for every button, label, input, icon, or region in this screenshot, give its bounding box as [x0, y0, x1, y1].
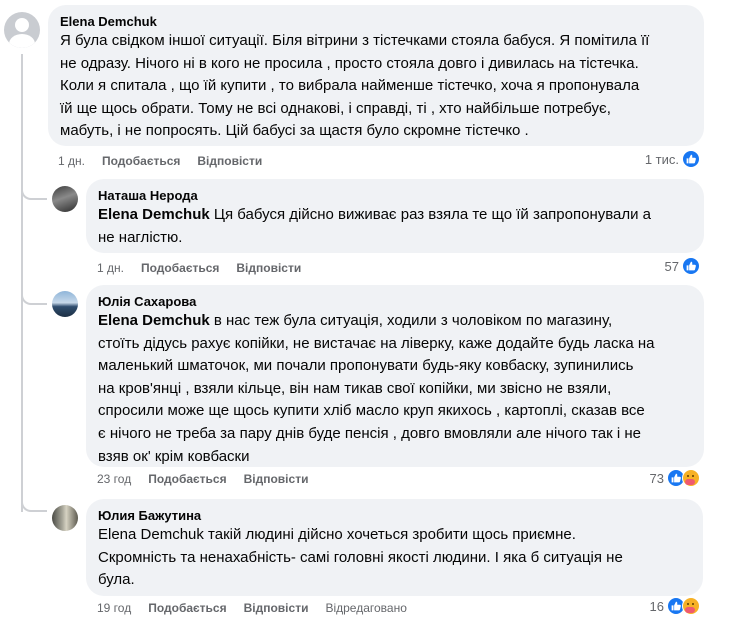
care-icon: [682, 469, 700, 487]
avatar[interactable]: [52, 505, 78, 531]
like-button[interactable]: Подобається: [148, 600, 226, 616]
reply-line: Elena Demchuk в нас теж була ситуація, х…: [98, 310, 692, 333]
reply-actions: 1 дн. Подобається Відповісти: [97, 260, 301, 276]
like-icon: [682, 150, 700, 168]
reply-line-text: в нас теж була ситуація, ходили з чолові…: [209, 312, 613, 329]
comment-line: Коли я спитала , що їй купити , то вибра…: [60, 77, 640, 95]
mention-link[interactable]: Elena Demchuk: [98, 312, 210, 329]
reply-button[interactable]: Відповісти: [244, 471, 309, 487]
reply-bubble: Юлия Бажутина Elena Demchuk такій людині…: [86, 499, 703, 596]
like-button[interactable]: Подобається: [141, 260, 219, 276]
mention-link[interactable]: Elena Demchuk: [98, 206, 210, 223]
reply-button[interactable]: Відповісти: [197, 153, 262, 169]
reply-line: Скромність та ненахабність- самі головні…: [98, 548, 623, 566]
reaction-summary[interactable]: 73: [650, 469, 700, 487]
reply-line: маленький шматочок, ми почали пропонуват…: [98, 357, 634, 375]
reply-author[interactable]: Юлия Бажутина: [98, 507, 691, 524]
avatar[interactable]: [4, 12, 40, 48]
like-button[interactable]: Подобається: [102, 153, 180, 169]
comment-actions: 1 дн. Подобається Відповісти: [58, 153, 262, 169]
comment-line: їй ще щось обрати. Тому не всі однакові,…: [60, 99, 611, 117]
thread-connector: [21, 291, 47, 305]
reaction-count: 73: [649, 470, 664, 486]
thread-connector: [21, 498, 47, 512]
reply-author[interactable]: Наташа Нерода: [98, 187, 692, 204]
comment-line: Я була свідком іншої ситуації. Біля вітр…: [60, 32, 650, 49]
comment-time[interactable]: 1 дн.: [58, 153, 85, 169]
reply-actions: 23 год Подобається Відповісти: [97, 471, 308, 487]
reply-actions: 19 год Подобається Відповісти Відредагов…: [97, 600, 407, 616]
reaction-count: 1 тис.: [644, 151, 679, 167]
edited-label[interactable]: Відредаговано: [325, 600, 406, 616]
reaction-summary[interactable]: 16: [650, 597, 700, 615]
comment-line: мабуть, і не попросять. Цій бабусі за ща…: [60, 122, 529, 140]
comment-line: не одразу. Нічого ні в кого не просила ,…: [60, 54, 639, 72]
reply-line-text: Ця бабуся дійсно виживає раз взяла те що…: [209, 206, 652, 223]
reply-line: є нічого не треба за пару днів буде пенс…: [98, 424, 642, 442]
reply-line: на кров'янці , взяли кільце, він нам тик…: [98, 379, 612, 397]
reply-time[interactable]: 23 год: [97, 471, 131, 487]
reply-author[interactable]: Юлія Сахарова: [98, 293, 692, 310]
thread-line: [21, 54, 23, 512]
reply-time[interactable]: 19 год: [97, 600, 131, 616]
comment-author[interactable]: Elena Demchuk: [60, 13, 692, 30]
like-icon: [682, 257, 700, 275]
reply-bubble: Юлія Сахарова Elena Demchuk в нас теж бу…: [86, 285, 704, 467]
thread-connector: [21, 186, 47, 200]
reaction-summary[interactable]: 57: [665, 257, 700, 275]
reply-line: Elena Demchuk Ця бабуся дійсно виживає р…: [98, 204, 692, 227]
reaction-summary[interactable]: 1 тис.: [645, 150, 700, 168]
reply-line: спросили може ще щось купити хліб масло …: [98, 402, 645, 420]
reply-bubble: Наташа Нерода Elena Demchuk Ця бабуся ді…: [86, 179, 704, 253]
reply-text: Elena Demchuk в нас теж була ситуація, х…: [98, 310, 692, 468]
reaction-count: 16: [649, 598, 664, 614]
reply-button[interactable]: Відповісти: [236, 260, 301, 276]
reply-button[interactable]: Відповісти: [244, 600, 309, 616]
comment-bubble: Elena Demchuk Я була свідком іншої ситуа…: [48, 5, 704, 146]
reply-line: взяв ок' крім ковбаски: [98, 447, 250, 465]
reply-line: не наглістю.: [98, 228, 183, 246]
reply-line: була.: [98, 571, 135, 589]
comment-text: Я була свідком іншої ситуації. Біля вітр…: [60, 30, 692, 143]
avatar[interactable]: [52, 291, 78, 317]
reply-text: Elena Demchuk такій людині дійсно хочеть…: [98, 524, 691, 592]
reaction-count: 57: [664, 258, 679, 274]
avatar[interactable]: [52, 186, 78, 212]
reply-text: Elena Demchuk Ця бабуся дійсно виживає р…: [98, 204, 692, 249]
like-button[interactable]: Подобається: [148, 471, 226, 487]
reply-line: Elena Demchuk такій людині дійсно хочеть…: [98, 526, 576, 543]
reply-time[interactable]: 1 дн.: [97, 260, 124, 276]
care-icon: [682, 597, 700, 615]
reply-line: стоїть дідусь рахує копійки, не вистачає…: [98, 334, 655, 352]
